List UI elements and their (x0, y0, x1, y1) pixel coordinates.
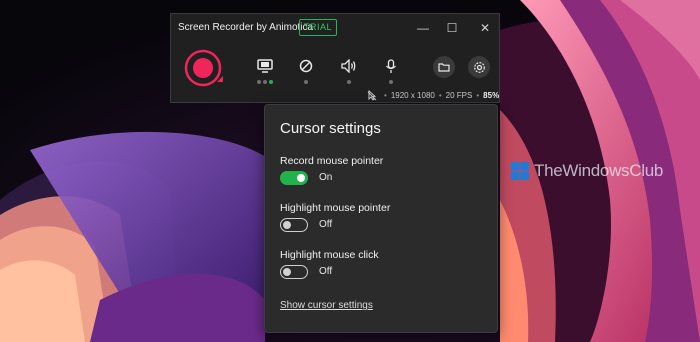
monitor-icon (257, 59, 273, 73)
microphone-dot (389, 80, 393, 84)
status-bar: • 1920 x 1080 • 20 FPS • 85% (367, 88, 499, 102)
fps-text[interactable]: 20 FPS (446, 91, 473, 100)
webcam-icon (299, 59, 313, 73)
system-audio-toggle[interactable] (336, 54, 362, 78)
trial-badge[interactable]: TRIAL (299, 19, 338, 36)
record-button[interactable] (183, 48, 225, 90)
gear-icon (473, 61, 485, 73)
resolution-text[interactable]: 1920 x 1080 (391, 91, 435, 100)
app-title: Screen Recorder by Animotica (178, 22, 314, 33)
webcam-toggle[interactable] (293, 54, 319, 78)
system-audio-dot (347, 80, 351, 84)
record-pointer-state: On (319, 172, 333, 183)
maximize-button[interactable]: ☐ (441, 18, 463, 38)
webcam-dot (304, 80, 308, 84)
highlight-click-state: Off (319, 266, 333, 277)
display-toggle[interactable] (252, 54, 278, 78)
show-cursor-settings-link[interactable]: Show cursor settings (280, 300, 373, 311)
separator-dot: • (476, 90, 480, 100)
settings-button[interactable] (468, 56, 490, 78)
windows-logo-icon (511, 162, 529, 180)
separator-dot: • (384, 90, 387, 100)
watermark-text: TheWindowsClub (534, 161, 664, 180)
separator-dot: • (438, 90, 442, 100)
display-dot (263, 80, 267, 84)
record-pointer-toggle[interactable] (280, 171, 308, 185)
highlight-pointer-state: Off (319, 219, 333, 230)
speaker-icon (341, 59, 356, 73)
display-dot (257, 80, 261, 84)
close-button[interactable]: ✕ (474, 18, 496, 38)
watermark: TheWindowsClub (511, 161, 663, 181)
record-pointer-label: Record mouse pointer (280, 155, 384, 167)
toggle-knob (283, 221, 291, 229)
highlight-pointer-toggle[interactable] (280, 218, 308, 232)
cursor-settings-icon[interactable] (367, 89, 377, 101)
minimize-button[interactable]: — (412, 18, 434, 38)
recorder-window: Screen Recorder by Animotica TRIAL — ☐ ✕ (170, 13, 500, 103)
scale-text[interactable]: 85% (483, 91, 499, 100)
open-folder-button[interactable] (433, 56, 455, 78)
cursor-settings-panel: Cursor settings Record mouse pointer On … (264, 104, 498, 333)
highlight-click-toggle[interactable] (280, 265, 308, 279)
title-bar: Screen Recorder by Animotica TRIAL — ☐ ✕ (171, 14, 499, 42)
microphone-icon (386, 58, 396, 73)
panel-title: Cursor settings (280, 120, 381, 137)
toggle-knob (297, 174, 305, 182)
highlight-pointer-label: Highlight mouse pointer (280, 202, 391, 214)
microphone-toggle[interactable] (378, 54, 404, 78)
display-active-dot (269, 80, 273, 84)
highlight-click-label: Highlight mouse click (280, 249, 379, 261)
folder-icon (438, 63, 450, 72)
toggle-knob (283, 268, 291, 276)
